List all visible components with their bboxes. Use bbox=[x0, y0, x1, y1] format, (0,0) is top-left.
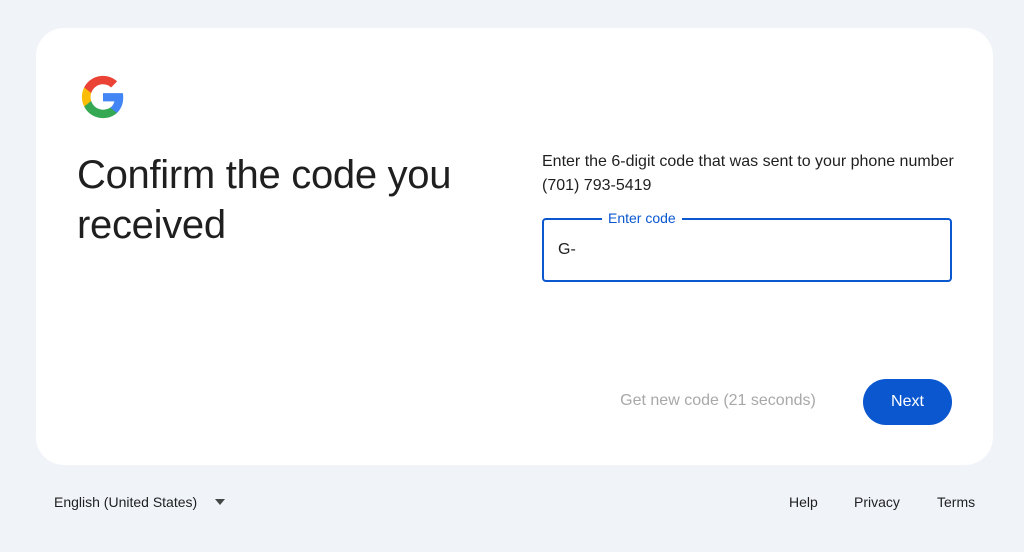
get-new-code-button[interactable]: Get new code (21 seconds) bbox=[598, 379, 838, 423]
help-link[interactable]: Help bbox=[789, 486, 818, 518]
signin-card: Confirm the code you received Enter the … bbox=[36, 28, 993, 465]
google-logo-icon bbox=[81, 75, 124, 119]
code-field[interactable]: Enter code bbox=[542, 209, 952, 282]
next-button[interactable]: Next bbox=[863, 379, 952, 425]
code-instructions: Enter the 6-digit code that was sent to … bbox=[542, 153, 954, 194]
privacy-link[interactable]: Privacy bbox=[854, 486, 900, 518]
page-title: Confirm the code you received bbox=[77, 153, 452, 247]
terms-link[interactable]: Terms bbox=[937, 486, 975, 518]
language-selector[interactable]: English (United States) bbox=[54, 486, 226, 518]
language-selector-label: English (United States) bbox=[54, 494, 198, 510]
caret-down-icon bbox=[215, 497, 226, 507]
footer: English (United States) Help Privacy Ter… bbox=[0, 486, 1024, 518]
code-input[interactable] bbox=[544, 220, 950, 280]
